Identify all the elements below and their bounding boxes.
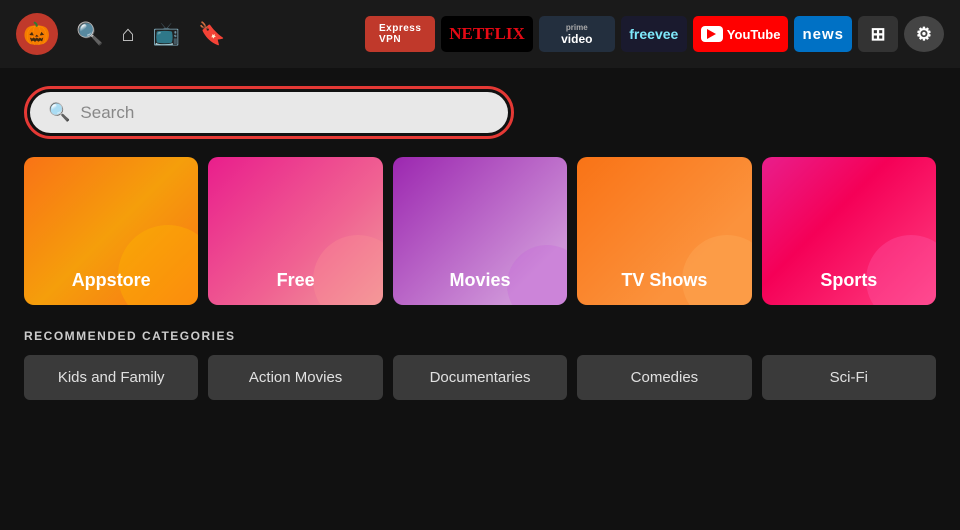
search-placeholder: Search: [80, 103, 134, 123]
chip-kids[interactable]: Kids and Family: [24, 355, 198, 400]
grid-badge[interactable]: ⊞: [858, 16, 898, 52]
search-section: 🔍 Search: [0, 68, 960, 157]
search-box-wrapper[interactable]: 🔍 Search: [24, 86, 514, 139]
search-icon[interactable]: 🔍: [76, 21, 103, 47]
chip-scifi[interactable]: Sci-Fi: [762, 355, 936, 400]
tile-appstore[interactable]: Appstore: [24, 157, 198, 305]
tv-icon[interactable]: 📺: [153, 21, 180, 47]
bookmark-icon[interactable]: 🔖: [198, 21, 225, 47]
tiles-grid: Appstore Free Movies TV Shows Sports: [24, 157, 936, 305]
chip-action[interactable]: Action Movies: [208, 355, 382, 400]
netflix-badge[interactable]: NETFLIX: [441, 16, 533, 52]
home-icon[interactable]: ⌂: [121, 21, 134, 47]
search-magnifier-icon: 🔍: [48, 102, 70, 123]
tile-free[interactable]: Free: [208, 157, 382, 305]
recommended-title: RECOMMENDED CATEGORIES: [24, 329, 936, 343]
freevee-badge[interactable]: freevee: [621, 16, 687, 52]
top-nav: 🎃 🔍 ⌂ 📺 🔖 ExpressVPN NETFLIX prime video…: [0, 0, 960, 68]
tile-sports-label: Sports: [820, 270, 877, 291]
settings-badge[interactable]: ⚙: [904, 16, 944, 52]
tile-appstore-label: Appstore: [72, 270, 151, 291]
chip-docs[interactable]: Documentaries: [393, 355, 567, 400]
youtube-badge[interactable]: YouTube: [693, 16, 789, 52]
expressvpn-badge[interactable]: ExpressVPN: [365, 16, 435, 52]
tile-free-label: Free: [277, 270, 315, 291]
nav-right: ExpressVPN NETFLIX prime video freevee Y…: [365, 16, 944, 52]
avatar[interactable]: 🎃: [16, 13, 58, 55]
recommended-chips: Kids and Family Action Movies Documentar…: [24, 355, 936, 400]
prime-badge[interactable]: prime video: [539, 16, 615, 52]
news-badge[interactable]: news: [794, 16, 852, 52]
search-box[interactable]: 🔍 Search: [30, 92, 508, 133]
tile-tvshows[interactable]: TV Shows: [577, 157, 751, 305]
youtube-play-icon: [707, 29, 716, 39]
nav-left: 🎃 🔍 ⌂ 📺 🔖: [16, 13, 226, 55]
recommended-section: RECOMMENDED CATEGORIES Kids and Family A…: [0, 329, 960, 400]
chip-comedies[interactable]: Comedies: [577, 355, 751, 400]
tile-sports[interactable]: Sports: [762, 157, 936, 305]
tile-movies-label: Movies: [450, 270, 511, 291]
tile-tvshows-label: TV Shows: [621, 270, 707, 291]
tile-movies[interactable]: Movies: [393, 157, 567, 305]
tiles-section: Appstore Free Movies TV Shows Sports: [0, 157, 960, 305]
